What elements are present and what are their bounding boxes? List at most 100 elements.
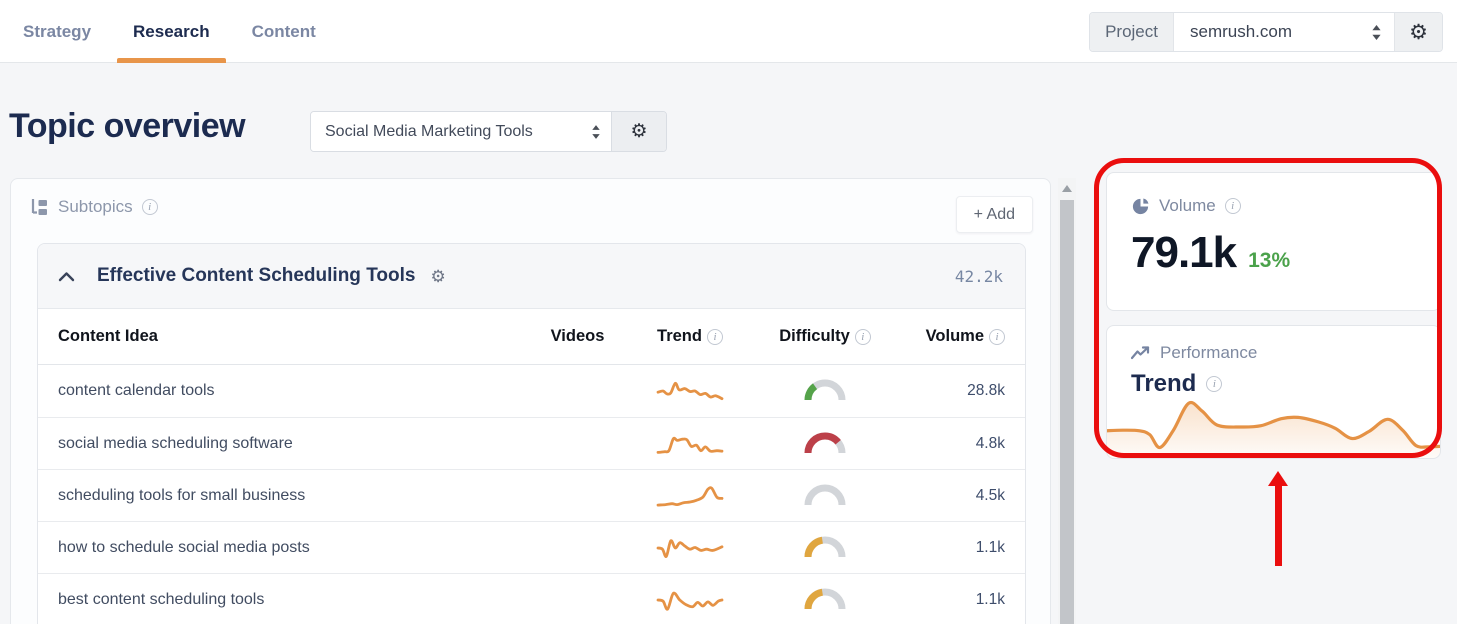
table-row[interactable]: best content scheduling tools 1.1k <box>38 573 1025 624</box>
trend-up-icon <box>1131 346 1151 360</box>
difficulty-gauge <box>803 432 847 456</box>
info-icon[interactable] <box>989 329 1005 345</box>
table-header-row: Content Idea Videos Trend Difficulty Vol… <box>38 309 1025 365</box>
volume-value: 1.1k <box>976 591 1005 608</box>
difficulty-cell <box>755 588 895 612</box>
project-settings-button[interactable] <box>1395 13 1442 51</box>
difficulty-cell <box>755 379 895 403</box>
content-idea-text: content calendar tools <box>58 382 215 399</box>
main-tabs: Strategy Research Content <box>23 0 316 63</box>
performance-trend-title: Trend <box>1131 370 1196 398</box>
performance-trend-chart <box>1106 395 1441 459</box>
header-difficulty: Difficulty <box>755 327 895 346</box>
volume-value: 4.8k <box>976 435 1005 452</box>
tab-strategy[interactable]: Strategy <box>23 0 91 63</box>
volume-cell: 1.1k <box>895 591 1005 609</box>
info-icon[interactable] <box>1206 376 1222 392</box>
trend-sparkline <box>654 481 726 511</box>
header-content-idea: Content Idea <box>58 327 530 346</box>
volume-value: 79.1k <box>1131 228 1236 278</box>
topic-selector-group: Social Media Marketing Tools <box>310 111 667 152</box>
select-updown-icon <box>1371 24 1382 41</box>
content-idea-text: best content scheduling tools <box>58 591 264 608</box>
content-idea-cell[interactable]: best content scheduling tools <box>58 591 530 609</box>
trend-cell <box>625 481 755 511</box>
performance-card: Performance Trend <box>1106 325 1441 459</box>
table-body: content calendar tools 28.8k social medi… <box>38 365 1025 624</box>
add-subtopic-button[interactable]: + Add <box>956 196 1033 233</box>
volume-cell: 28.8k <box>895 382 1005 400</box>
volume-card-header: Volume <box>1131 196 1416 216</box>
trend-sparkline <box>654 533 726 563</box>
content-idea-text: scheduling tools for small business <box>58 487 305 504</box>
subtopics-tree-icon <box>29 197 49 217</box>
performance-card-label: Performance <box>1160 343 1257 363</box>
gear-icon <box>630 122 647 141</box>
info-icon[interactable] <box>1225 198 1241 214</box>
table-row[interactable]: content calendar tools 28.8k <box>38 365 1025 417</box>
trend-cell <box>625 376 755 406</box>
table-row[interactable]: how to schedule social media posts 1.1k <box>38 521 1025 573</box>
app-window: Strategy Research Content Project semrus… <box>0 0 1457 624</box>
volume-cell: 1.1k <box>895 539 1005 557</box>
vertical-scrollbar <box>1058 178 1076 624</box>
project-select-value: semrush.com <box>1190 22 1292 42</box>
subtopics-header: Subtopics <box>29 197 158 217</box>
scrollbar-up-button[interactable] <box>1058 178 1076 198</box>
trend-sparkline <box>654 376 726 406</box>
difficulty-gauge <box>803 379 847 403</box>
page-title: Topic overview <box>9 107 245 146</box>
volume-value-row: 79.1k 13% <box>1131 228 1416 278</box>
volume-cell: 4.8k <box>895 435 1005 453</box>
table-row[interactable]: social media scheduling software 4.8k <box>38 417 1025 469</box>
select-updown-icon <box>591 124 601 140</box>
trend-sparkline <box>654 585 726 615</box>
topic-select-value: Social Media Marketing Tools <box>325 123 583 141</box>
accordion-header[interactable]: Effective Content Scheduling Tools 42.2k <box>38 244 1025 309</box>
info-icon[interactable] <box>855 329 871 345</box>
volume-value: 28.8k <box>967 382 1005 399</box>
header-videos: Videos <box>530 327 625 346</box>
header-volume: Volume <box>895 327 1005 346</box>
topic-select[interactable]: Social Media Marketing Tools <box>311 112 611 151</box>
performance-card-header: Performance <box>1131 343 1416 363</box>
trend-cell <box>625 585 755 615</box>
content-idea-text: how to schedule social media posts <box>58 539 310 556</box>
content-idea-text: social media scheduling software <box>58 435 293 452</box>
content-idea-cell[interactable]: scheduling tools for small business <box>58 487 530 505</box>
difficulty-cell <box>755 432 895 456</box>
volume-card-label: Volume <box>1159 196 1216 216</box>
volume-value: 1.1k <box>976 539 1005 556</box>
trend-cell <box>625 533 755 563</box>
header-trend: Trend <box>625 327 755 346</box>
difficulty-gauge <box>803 484 847 508</box>
difficulty-cell <box>755 536 895 560</box>
subtopic-accordion: Effective Content Scheduling Tools 42.2k… <box>37 243 1026 624</box>
tab-content[interactable]: Content <box>252 0 316 63</box>
project-selector-group: Project semrush.com <box>1089 12 1443 52</box>
trend-sparkline <box>654 429 726 459</box>
table-row[interactable]: scheduling tools for small business 4.5k <box>38 469 1025 521</box>
project-select[interactable]: semrush.com <box>1173 13 1395 51</box>
content-idea-cell[interactable]: how to schedule social media posts <box>58 539 530 557</box>
topic-settings-button[interactable] <box>611 112 666 151</box>
difficulty-gauge <box>803 588 847 612</box>
accordion-title: Effective Content Scheduling Tools <box>97 265 415 287</box>
subtopics-label: Subtopics <box>58 197 133 217</box>
gear-icon <box>1409 22 1428 43</box>
chevron-up-icon <box>58 271 75 282</box>
top-navigation-bar: Strategy Research Content Project semrus… <box>0 0 1457 63</box>
content-idea-cell[interactable]: social media scheduling software <box>58 435 530 453</box>
accordion-total-volume: 42.2k <box>955 267 1003 286</box>
scrollbar-thumb[interactable] <box>1060 200 1074 624</box>
trend-cell <box>625 429 755 459</box>
volume-card: Volume 79.1k 13% <box>1106 172 1441 311</box>
accordion-settings-icon[interactable] <box>430 268 445 285</box>
project-label: Project <box>1090 13 1173 51</box>
info-icon[interactable] <box>142 199 158 215</box>
tab-research[interactable]: Research <box>133 0 210 63</box>
content-idea-cell[interactable]: content calendar tools <box>58 382 530 400</box>
volume-change-badge: 13% <box>1248 249 1290 273</box>
pie-chart-icon <box>1131 197 1150 216</box>
info-icon[interactable] <box>707 329 723 345</box>
